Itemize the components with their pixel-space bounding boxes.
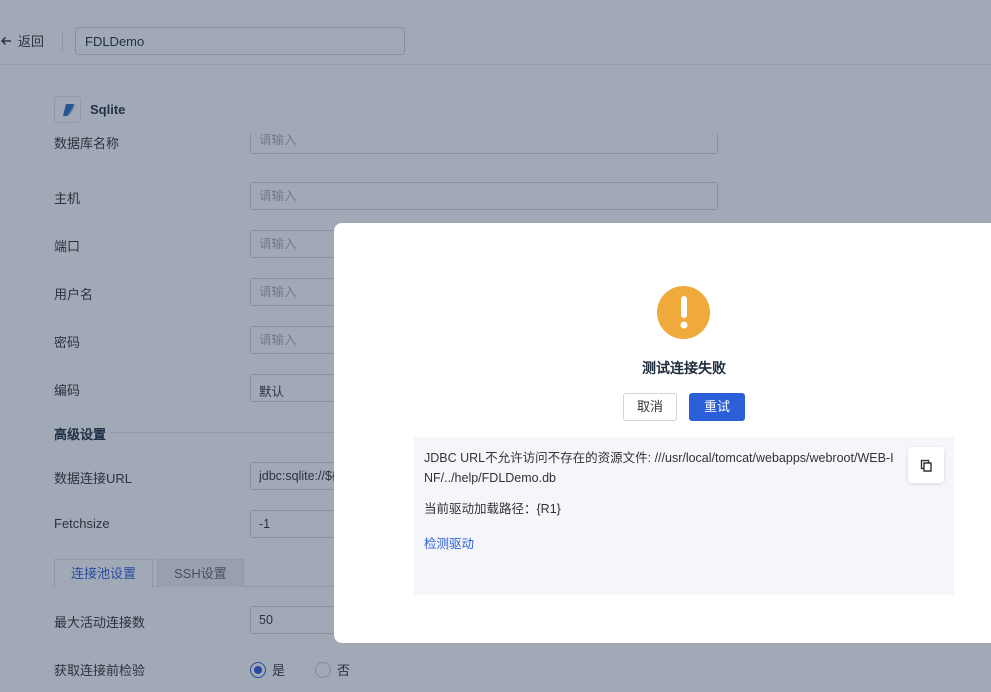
check-driver-link[interactable]: 检测驱动 bbox=[424, 533, 474, 552]
copy-icon bbox=[920, 459, 932, 472]
cancel-button[interactable]: 取消 bbox=[623, 393, 677, 421]
warning-icon bbox=[657, 286, 710, 339]
retry-button[interactable]: 重试 bbox=[689, 393, 745, 421]
error-details: JDBC URL不允许访问不存在的资源文件: ///usr/local/tomc… bbox=[414, 437, 954, 595]
test-connection-dialog: 测试连接失败 取消 重试 JDBC URL不允许访问不存在的资源文件: ///u… bbox=[334, 223, 991, 643]
driver-path-text: 当前驱动加载路径：{R1} bbox=[424, 502, 561, 516]
error-message: JDBC URL不允许访问不存在的资源文件: ///usr/local/tomc… bbox=[424, 451, 894, 485]
dialog-title: 测试连接失败 bbox=[642, 360, 726, 376]
copy-button[interactable] bbox=[908, 447, 944, 483]
